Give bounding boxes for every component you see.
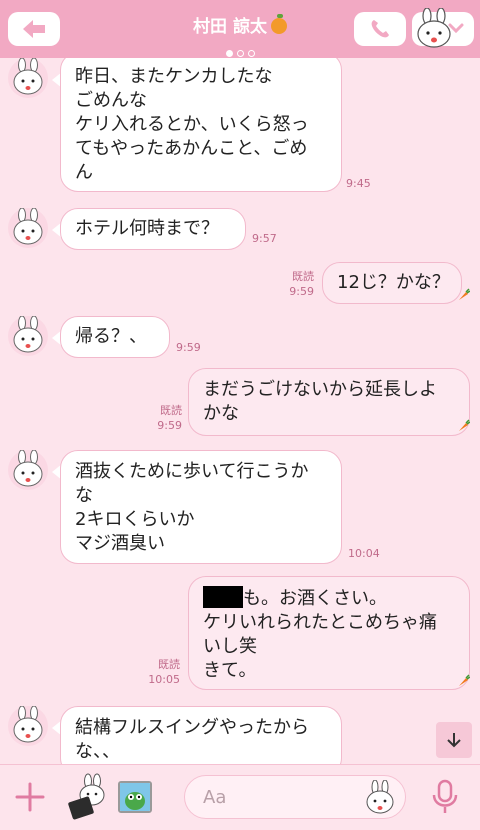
message-time: 10:04 — [348, 547, 380, 560]
friend-avatar[interactable] — [8, 449, 48, 490]
bunny-avatar-icon — [13, 207, 43, 245]
bunny-avatar-icon — [13, 449, 43, 487]
photo-button[interactable] — [118, 781, 152, 813]
page-dot — [247, 50, 255, 57]
message-bubble-received[interactable]: 昨日、またケンカしたな ごめんな ケリ入れるとか、いくら怒っ てもやったあかんこ… — [60, 58, 342, 192]
message-line: 2キロくらいか — [75, 509, 195, 530]
message-line: な — [75, 485, 93, 506]
message-line: いし笑 — [203, 636, 257, 657]
message-input[interactable]: Aa — [184, 775, 406, 819]
carrot-icon — [459, 674, 470, 686]
message-line: かな — [203, 403, 239, 424]
message-time: 9:59 — [176, 341, 201, 354]
message-bubble-received[interactable]: 酒抜くために歩いて行こうか な 2キロくらいか マジ酒臭い — [60, 450, 342, 564]
emoji-icon[interactable] — [363, 780, 397, 816]
message-bubble-sent[interactable]: も。お酒くさい。 ケリいれられたとこめちゃ痛 いし笑 きて。 — [188, 576, 470, 690]
message-bubble-received[interactable]: 帰る？、 — [60, 316, 170, 358]
orange-emoji-icon — [270, 14, 287, 34]
message-time: 10:05 — [148, 673, 180, 686]
phone-icon — [371, 20, 389, 38]
message-line-first: も。お酒くさい。 — [203, 586, 455, 611]
carrot-icon — [459, 419, 470, 431]
message-line: ごめんな — [75, 90, 147, 111]
message-line: ケリいれられたとこめちゃ痛 — [203, 612, 437, 633]
bunny-avatar-icon — [13, 58, 43, 95]
message-line: 結構フルスイングやったから — [75, 717, 309, 738]
call-button[interactable] — [354, 12, 406, 46]
scroll-to-bottom-button[interactable] — [436, 722, 472, 758]
friend-avatar[interactable] — [8, 315, 48, 356]
message-line: きて。 — [203, 660, 257, 681]
message-line: 酒抜くために歩いて行こうか — [75, 461, 309, 482]
read-receipt: 既読 — [292, 270, 314, 283]
page-dot — [236, 50, 244, 57]
message-line: 昨日、またケンカしたな — [75, 66, 273, 87]
message-list[interactable]: 昨日、またケンカしたな ごめんな ケリ入れるとか、いくら怒っ てもやったあかんこ… — [0, 58, 480, 764]
mic-icon[interactable] — [430, 779, 460, 815]
message-line: 12じ？かな？ — [337, 272, 450, 293]
arrow-down-icon — [447, 733, 461, 748]
message-time: 9:45 — [346, 177, 371, 190]
friend-avatar[interactable] — [8, 207, 48, 248]
sticker-icon[interactable] — [64, 773, 108, 821]
message-bubble-received[interactable]: ホテル何時まで？ — [60, 208, 246, 250]
message-line: ん — [75, 162, 93, 183]
carrot-icon — [459, 288, 470, 300]
chat-header: 村田 諒太 — [0, 0, 480, 58]
redacted-name-block — [203, 586, 243, 608]
read-receipt: 既読 — [158, 658, 180, 671]
message-line: な、、 — [75, 741, 120, 762]
message-line: てもやったあかんこと、ごめ — [75, 138, 308, 159]
message-bubble-sent[interactable]: まだうごけないから延長しよ かな — [188, 368, 470, 436]
message-line: マジ酒臭い — [75, 533, 165, 554]
message-line: まだうごけないから延長しよ — [203, 379, 437, 400]
message-bubble-sent[interactable]: 12じ？かな？ — [322, 262, 462, 304]
message-input-placeholder: Aa — [203, 787, 227, 808]
message-time: 9:59 — [289, 285, 314, 298]
read-receipt: 既読 — [160, 404, 182, 417]
message-time: 9:57 — [252, 232, 277, 245]
photo-icon — [120, 783, 150, 811]
chat-menu-button[interactable] — [412, 8, 474, 48]
message-time: 9:59 — [157, 419, 182, 432]
message-composer: Aa — [0, 764, 480, 830]
message-line-text: も。お酒くさい。 — [243, 588, 387, 609]
message-line: ホテル何時まで？ — [75, 218, 219, 239]
friend-avatar[interactable] — [8, 58, 48, 98]
bunny-avatar-icon — [13, 705, 43, 743]
chat-title-text: 村田 諒太 — [193, 17, 267, 37]
chevron-down-icon — [448, 23, 464, 34]
message-line: ケリ入れるとか、いくら怒っ — [75, 114, 309, 135]
message-bubble-received[interactable]: 結構フルスイングやったから な、、 — [60, 706, 342, 764]
friend-avatar[interactable] — [8, 705, 48, 746]
page-dot-active — [225, 50, 233, 57]
bunny-avatar-icon — [13, 315, 43, 353]
message-line: 帰る？、 — [75, 326, 147, 347]
chat-title: 村田 諒太 — [0, 12, 480, 37]
plus-icon[interactable] — [14, 781, 46, 813]
